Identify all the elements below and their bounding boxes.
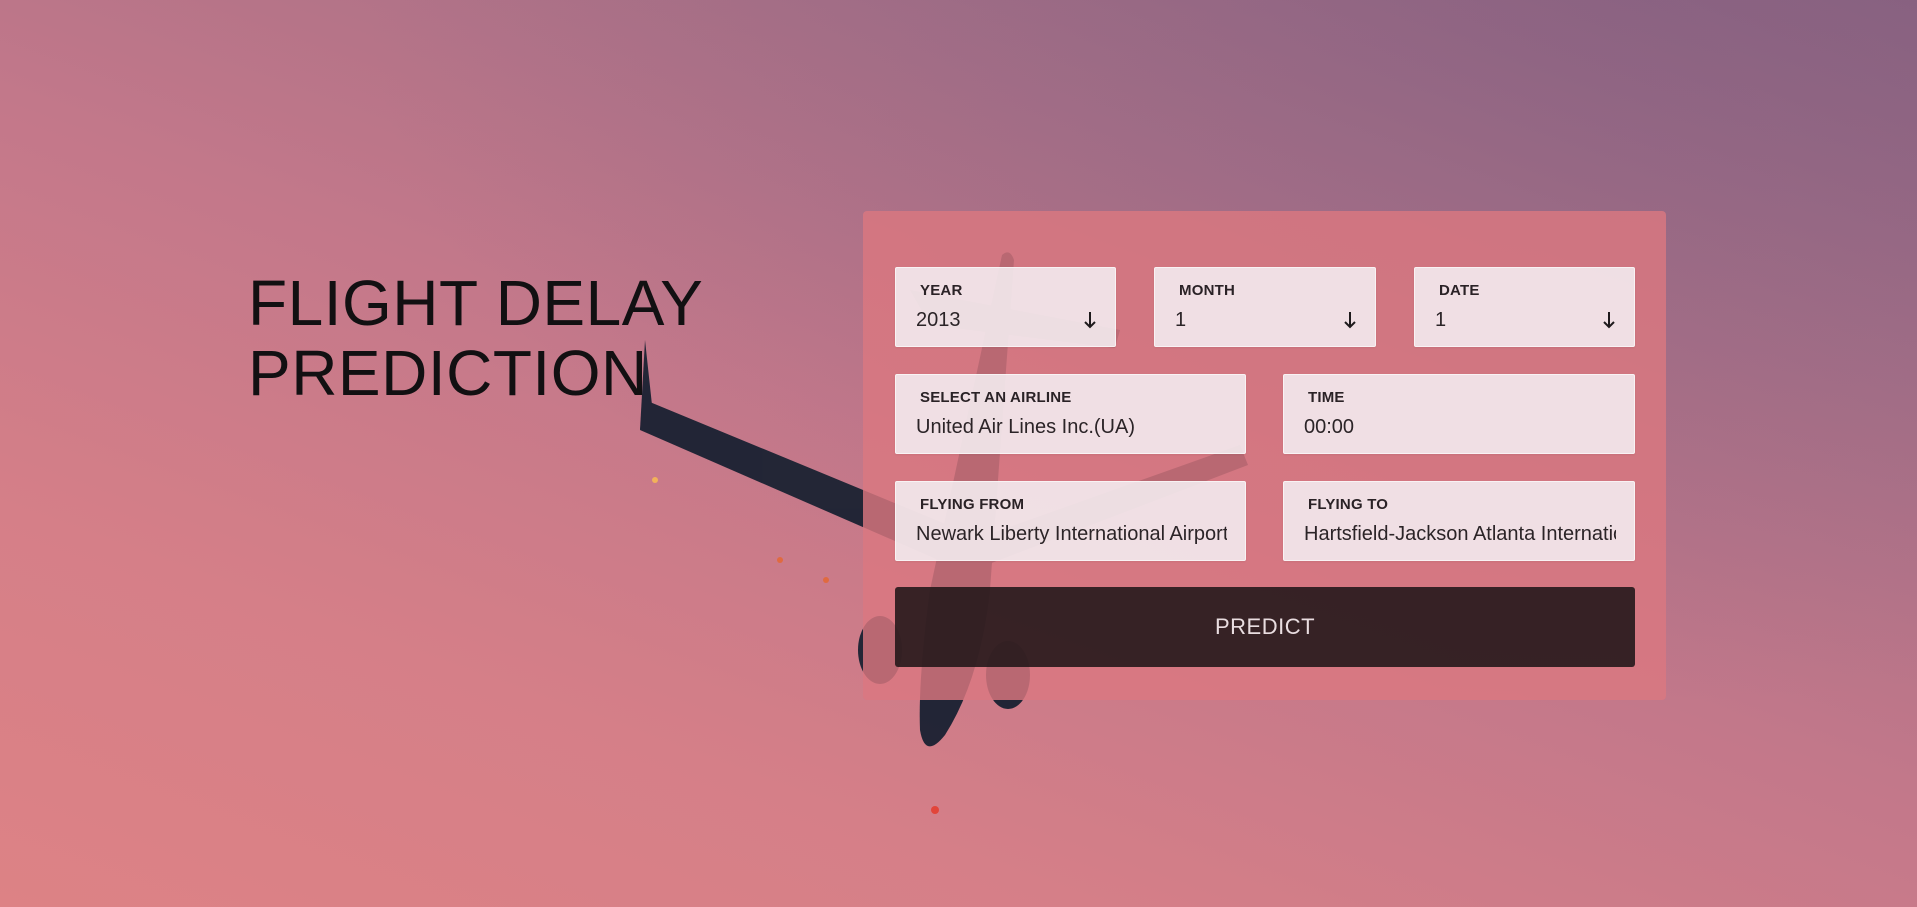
year-label: YEAR	[920, 282, 963, 299]
airline-select[interactable]: SELECT AN AIRLINE United Air Lines Inc.(…	[895, 374, 1246, 454]
month-select[interactable]: MONTH 1	[1154, 267, 1376, 347]
time-input[interactable]: TIME 00:00	[1283, 374, 1635, 454]
title-line-1: FLIGHT DELAY	[248, 267, 704, 339]
airline-label: SELECT AN AIRLINE	[920, 389, 1072, 406]
date-label: DATE	[1439, 282, 1480, 299]
flying-to-select[interactable]: FLYING TO Hartsfield-Jackson Atlanta Int…	[1283, 481, 1635, 561]
predict-button[interactable]: PREDICT	[895, 587, 1635, 667]
flying-to-value: Hartsfield-Jackson Atlanta International…	[1304, 523, 1616, 545]
year-value: 2013	[916, 309, 961, 331]
airline-value: United Air Lines Inc.(UA)	[916, 416, 1135, 438]
year-select[interactable]: YEAR 2013	[895, 267, 1116, 347]
flying-from-select[interactable]: FLYING FROM Newark Liberty International…	[895, 481, 1246, 561]
page-title: FLIGHT DELAY PREDICTION	[248, 268, 703, 408]
time-value: 00:00	[1304, 416, 1355, 438]
flying-from-value: Newark Liberty International Airport	[916, 523, 1227, 545]
title-line-2: PREDICTION	[248, 337, 648, 409]
date-value: 1	[1435, 309, 1447, 331]
flying-from-label: FLYING FROM	[920, 496, 1025, 513]
time-label: TIME	[1308, 389, 1345, 406]
arrow-down-icon	[1084, 312, 1096, 329]
month-value: 1	[1175, 309, 1187, 331]
date-select[interactable]: DATE 1	[1414, 267, 1635, 347]
month-label: MONTH	[1179, 282, 1235, 299]
flying-to-label: FLYING TO	[1308, 496, 1389, 513]
arrow-down-icon	[1344, 312, 1356, 329]
arrow-down-icon	[1603, 312, 1615, 329]
